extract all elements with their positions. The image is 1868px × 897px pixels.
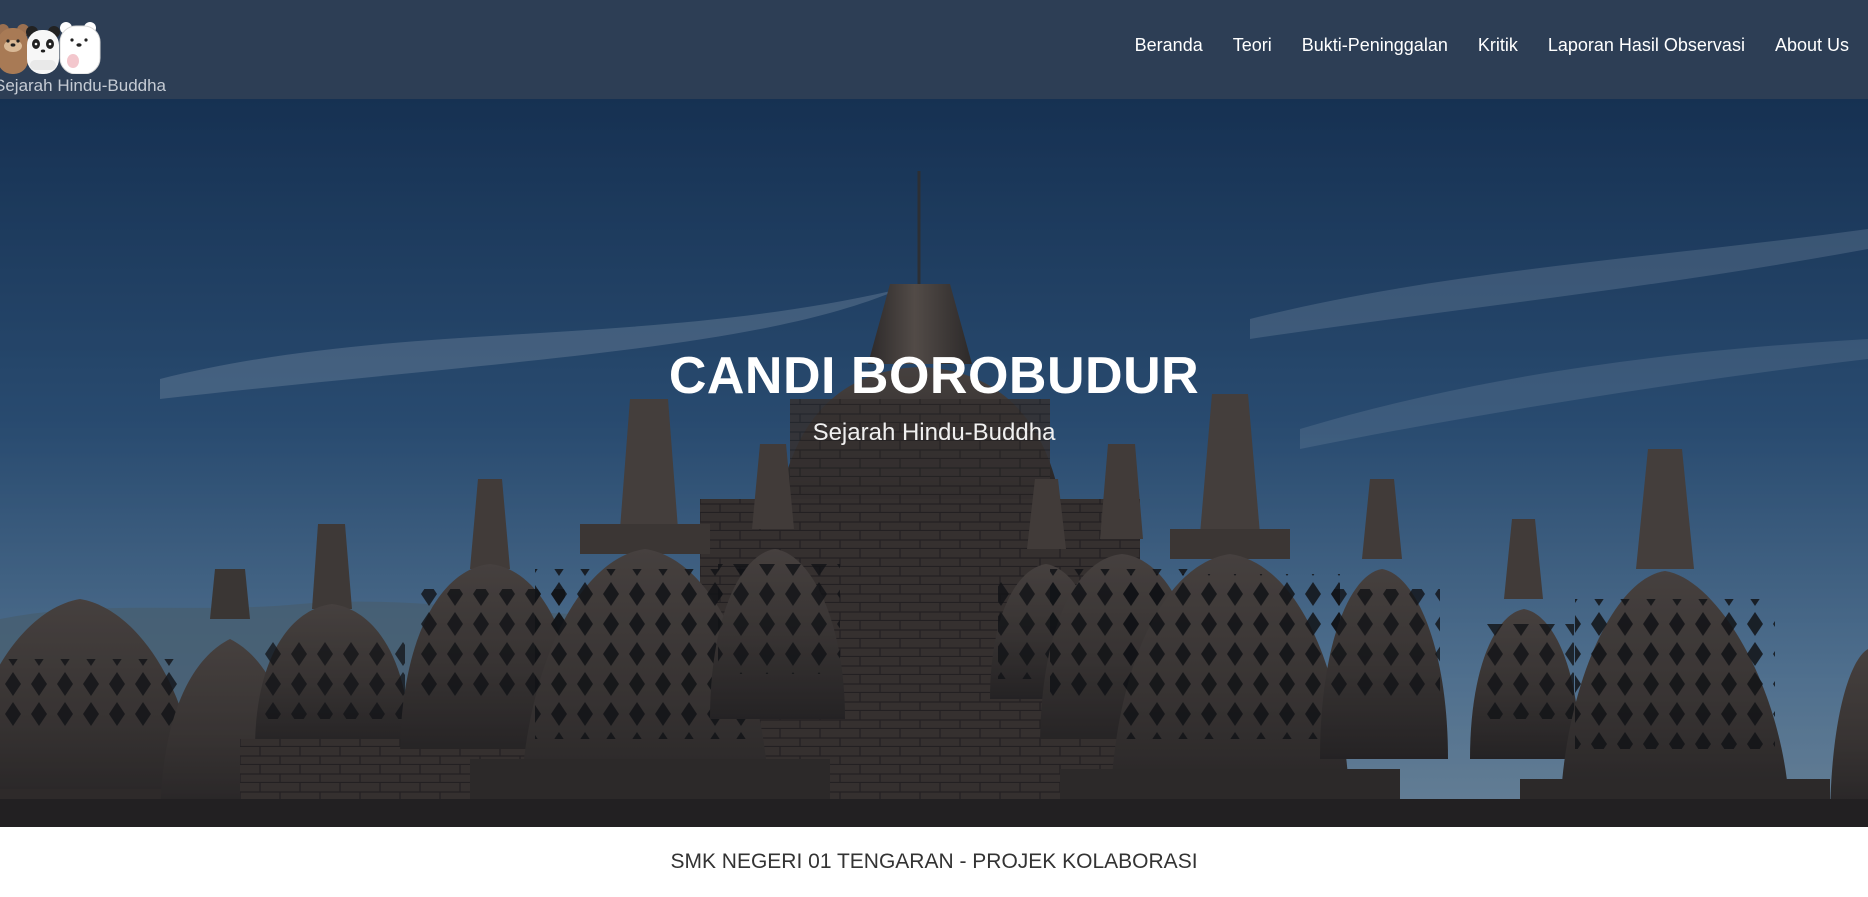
brand-name: Sejarah Hindu-Buddha xyxy=(0,76,167,95)
nav-item-bukti-peninggalan[interactable]: Bukti-Peninggalan xyxy=(1287,32,1463,58)
nav-item-teori[interactable]: Teori xyxy=(1218,32,1287,58)
hero-section: CANDI BOROBUDUR Sejarah Hindu-Buddha xyxy=(0,99,1868,827)
footer-text: SMK NEGERI 01 TENGARAN - PROJEK KOLABORA… xyxy=(670,850,1198,873)
hero-title: CANDI BOROBUDUR xyxy=(668,347,1200,405)
nav-item-about-us[interactable]: About Us xyxy=(1760,32,1864,58)
hero-overlay xyxy=(0,99,1868,827)
site-footer: SMK NEGERI 01 TENGARAN - PROJEK KOLABORA… xyxy=(0,827,1868,897)
main-nav: Beranda Teori Bukti-Peninggalan Kritik L… xyxy=(1120,32,1864,58)
nav-item-kritik[interactable]: Kritik xyxy=(1463,32,1533,58)
hero-subtitle: Sejarah Hindu-Buddha xyxy=(812,419,1056,446)
page: Sejarah Hindu-Buddha Beranda Teori Bukti… xyxy=(0,0,1868,897)
nav-item-beranda[interactable]: Beranda xyxy=(1120,32,1218,58)
brand-link[interactable]: Sejarah Hindu-Buddha xyxy=(0,22,184,99)
site-header: Sejarah Hindu-Buddha Beranda Teori Bukti… xyxy=(0,0,1868,99)
nav-item-laporan-hasil-observasi[interactable]: Laporan Hasil Observasi xyxy=(1533,32,1760,58)
three-bears-icon xyxy=(0,22,101,74)
